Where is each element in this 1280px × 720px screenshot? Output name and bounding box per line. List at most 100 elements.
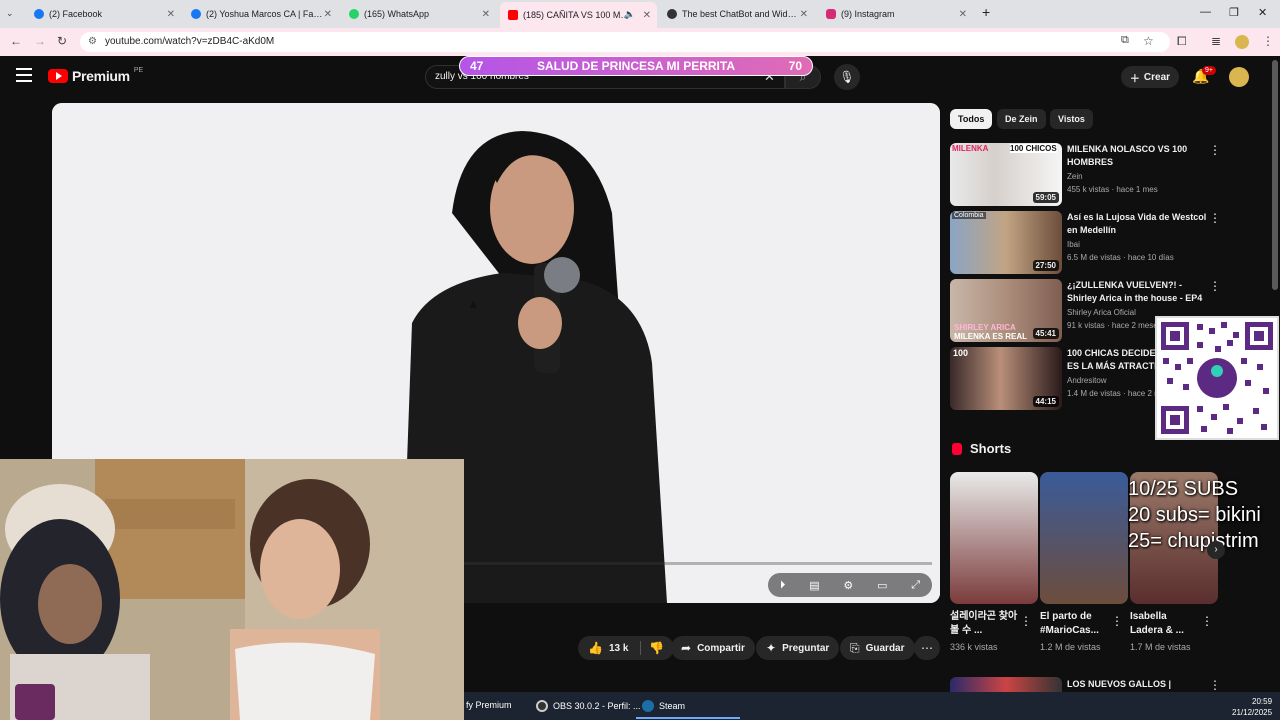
short-title[interactable]: Isabella Ladera & ...	[1130, 610, 1202, 638]
banner-right-count: 70	[788, 59, 802, 73]
extensions-icon[interactable]: ⧠	[1177, 34, 1187, 49]
tab-instagram[interactable]: (9) Instagram ✕	[818, 4, 973, 24]
close-tab-icon[interactable]: ✕	[800, 9, 808, 20]
chip-watched[interactable]: Vistos	[1050, 109, 1093, 129]
channel-name[interactable]: Andresitow	[1067, 376, 1107, 385]
close-tab-icon[interactable]: ✕	[167, 9, 175, 20]
shorts-section-header: Shorts	[952, 441, 1011, 456]
related-video[interactable]: MILENKA 100 CHICOS 59:05 MILENKA NOLASCO…	[950, 143, 1225, 207]
obs-icon	[536, 700, 548, 712]
short-title[interactable]: El parto de #MarioCas...	[1040, 610, 1112, 638]
taskbar-item-steam[interactable]: Steam	[642, 700, 685, 712]
like-button[interactable]: 👍 13 k 👎	[578, 636, 675, 660]
more-options-icon[interactable]: ⋮	[1209, 279, 1221, 293]
tab-facebook[interactable]: (2) Facebook ✕	[26, 4, 181, 24]
more-options-icon[interactable]: ⋮	[1209, 678, 1221, 692]
more-options-icon[interactable]: ⋮	[1020, 614, 1032, 628]
page-scrollbar[interactable]	[1272, 60, 1278, 290]
webcam-frame	[0, 459, 464, 720]
account-avatar[interactable]	[1229, 67, 1249, 87]
tab-whatsapp[interactable]: (165) WhatsApp ✕	[341, 4, 496, 24]
short-title[interactable]: 설레이라곤 찾아볼 수 ...	[950, 610, 1022, 638]
thumbs-down-icon[interactable]: 👎	[640, 641, 664, 655]
install-app-icon[interactable]: ⧉	[1121, 34, 1129, 47]
short-thumbnail[interactable]	[1040, 472, 1128, 604]
shorts-next-icon[interactable]: ›	[1207, 541, 1225, 559]
tab-facebook-profile[interactable]: (2) Yoshua Marcos CA | Facebo ✕	[183, 4, 338, 24]
youtube-premium-logo[interactable]: Premium PE	[48, 67, 143, 84]
tab-search-icon[interactable]: ⌄	[6, 8, 14, 19]
video-thumbnail[interactable]: Colombia 27:50	[950, 211, 1062, 274]
more-options-icon[interactable]: ⋮	[1209, 211, 1221, 225]
browser-menu-icon[interactable]: ⋮	[1262, 34, 1274, 48]
subs-goal-overlay: 10/25 SUBS 20 subs= bikini 25= chupistri…	[1128, 478, 1261, 552]
more-options-icon[interactable]: ⋮	[1209, 143, 1221, 157]
site-info-icon[interactable]: ⚙	[88, 32, 97, 52]
taskbar-item-obs[interactable]: OBS 30.0.2 - Perfil: ...	[536, 700, 641, 712]
menu-icon[interactable]	[16, 68, 32, 82]
channel-name[interactable]: Ibai	[1067, 240, 1080, 249]
qr-pattern	[1161, 322, 1273, 434]
channel-name[interactable]: Shirley Arica Oficial	[1067, 308, 1136, 317]
more-actions-button[interactable]: ⋯	[914, 636, 940, 660]
related-video-title[interactable]: MILENKA NOLASCO VS 100 HOMBRES	[1067, 143, 1207, 169]
voice-search-button[interactable]: 🎙	[834, 64, 860, 90]
short-views: 336 k vistas	[950, 642, 998, 652]
banner-text: SALUD DE PRINCESA MI PERRITA	[536, 59, 735, 73]
subtitles-icon[interactable]: ▤	[809, 579, 819, 592]
tab-youtube-active[interactable]: (185) CAÑITA VS 100 MUJE 🔈 ✕	[500, 2, 657, 28]
chip-from-channel[interactable]: De Zein	[997, 109, 1046, 129]
more-options-icon[interactable]: ⋮	[1111, 614, 1123, 628]
video-thumbnail[interactable]: SHIRLEY ARICA MILENKA ES REAL 45:41	[950, 279, 1062, 342]
related-video-title[interactable]: Así es la Lujosa Vida de Westcol en Mede…	[1067, 211, 1207, 237]
video-thumbnail[interactable]: MILENKA 100 CHICOS 59:05	[950, 143, 1062, 206]
chatbot-icon	[667, 9, 677, 19]
fullscreen-icon[interactable]: ⤢	[911, 579, 920, 592]
chip-all[interactable]: Todos	[950, 109, 993, 129]
ask-button[interactable]: ✦ Preguntar	[756, 636, 840, 660]
close-tab-icon[interactable]: ✕	[643, 10, 651, 21]
create-button[interactable]: ＋ Crear	[1121, 66, 1179, 88]
more-options-icon[interactable]: ⋮	[1201, 614, 1213, 628]
window-close-icon[interactable]: ✕	[1258, 6, 1267, 19]
related-video-title[interactable]: LOS NUEVOS GALLOS |	[1067, 679, 1171, 689]
related-video[interactable]: LOS NUEVOS GALLOS | ⋮	[950, 677, 1225, 697]
autoplay-toggle-icon[interactable]: ⏵	[780, 579, 786, 592]
related-video-title[interactable]: ¿¡ZULLENKA VUELVEN?! - Shirley Arica in …	[1067, 279, 1207, 305]
webcam-overlay	[0, 459, 464, 720]
share-icon: ➦	[681, 641, 692, 655]
video-progress-bar[interactable]	[463, 562, 932, 565]
bookmark-star-icon[interactable]: ☆	[1143, 34, 1154, 48]
thumbs-up-icon: 👍	[588, 641, 603, 655]
bookmark-icon: ⎘	[850, 640, 860, 655]
tab-chatbot[interactable]: The best ChatBot and Widgets ✕	[659, 4, 814, 24]
video-thumbnail[interactable]	[950, 677, 1062, 692]
minimize-icon[interactable]: —	[1200, 6, 1211, 18]
facebook-icon	[34, 9, 44, 19]
channel-name[interactable]: Zein	[1067, 172, 1083, 181]
url-bar[interactable]: ⚙ youtube.com/watch?v=zDB4C-aKd0M	[80, 32, 1170, 52]
reading-list-icon[interactable]: ≣	[1211, 34, 1221, 48]
taskbar-item-spotify[interactable]: fy Premium	[466, 700, 512, 710]
back-icon[interactable]: ←	[10, 34, 22, 48]
profile-avatar[interactable]	[1235, 35, 1249, 49]
steam-icon	[642, 700, 654, 712]
close-tab-icon[interactable]: ✕	[324, 9, 332, 20]
close-tab-icon[interactable]: ✕	[959, 9, 967, 20]
youtube-logo-icon	[48, 69, 68, 83]
related-video[interactable]: Colombia 27:50 Así es la Lujosa Vida de …	[950, 211, 1225, 275]
short-thumbnail[interactable]	[950, 472, 1038, 604]
notification-badge: 9+	[1202, 66, 1216, 75]
forward-icon[interactable]: →	[34, 34, 46, 48]
save-button[interactable]: ⎘ Guardar	[840, 636, 915, 660]
speaker-icon[interactable]: 🔈	[624, 9, 635, 20]
share-button[interactable]: ➦ Compartir	[671, 636, 755, 660]
restore-icon[interactable]: ❐	[1229, 6, 1239, 19]
settings-gear-icon[interactable]: ⚙	[843, 579, 853, 592]
new-tab-icon[interactable]: +	[982, 4, 990, 20]
theater-mode-icon[interactable]: ▭	[877, 579, 887, 592]
reload-icon[interactable]: ↻	[57, 34, 67, 48]
close-tab-icon[interactable]: ✕	[482, 9, 490, 20]
video-thumbnail[interactable]: 100 44:15	[950, 347, 1062, 410]
youtube-icon	[508, 10, 518, 20]
